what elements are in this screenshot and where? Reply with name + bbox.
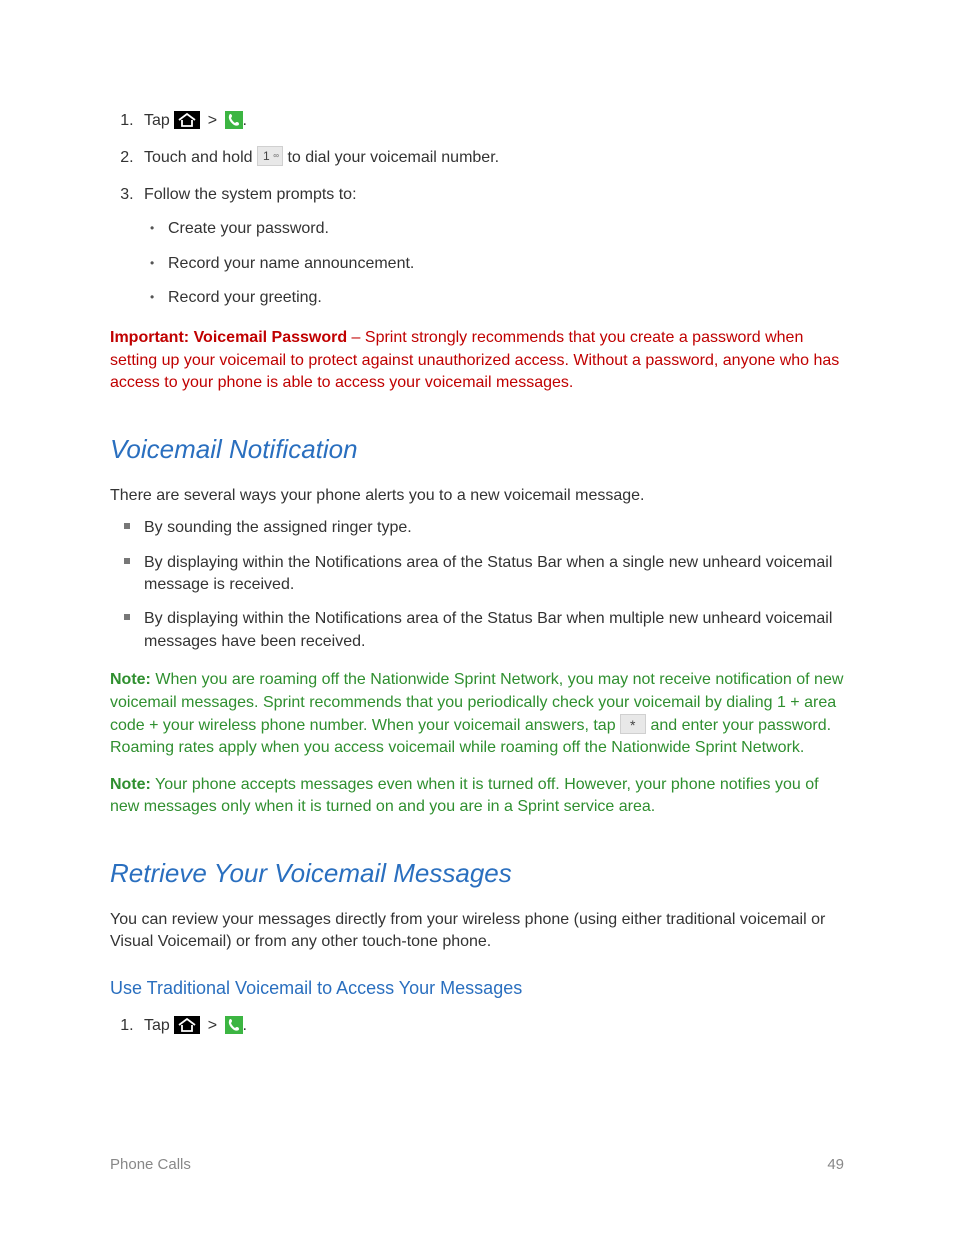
step-1: Tap > . (138, 1015, 844, 1037)
subheading-traditional-voicemail: Use Traditional Voicemail to Access Your… (110, 976, 844, 1001)
step-2: Touch and hold 1∞ to dial your voicemail… (138, 146, 844, 169)
step-1: Tap > . (138, 110, 844, 132)
step-3: Follow the system prompts to: Create you… (138, 184, 844, 310)
step-text: to dial your voicemail number. (287, 149, 499, 166)
list-item: By displaying within the Notifications a… (144, 608, 844, 653)
substep: Create your password. (168, 218, 844, 240)
chevron-text: > (208, 1017, 217, 1034)
retrieve-intro: You can review your messages directly fr… (110, 909, 844, 954)
phone-icon (225, 111, 243, 129)
home-icon (174, 1016, 200, 1034)
notification-intro: There are several ways your phone alerts… (110, 485, 844, 507)
note-phone-off: Note: Your phone accepts messages even w… (110, 774, 844, 819)
step-3-substeps: Create your password. Record your name a… (144, 218, 844, 309)
period: . (243, 112, 247, 129)
retrieve-steps: Tap > . (110, 1015, 844, 1037)
home-icon (174, 111, 200, 129)
list-item: By sounding the assigned ringer type. (144, 517, 844, 539)
page-footer: Phone Calls 49 (110, 1154, 844, 1175)
heading-voicemail-notification: Voicemail Notification (110, 431, 844, 467)
star-key-icon (620, 714, 646, 734)
page: Tap > . Touch and hold 1∞ to dial your v… (0, 0, 954, 1235)
period: . (243, 1017, 247, 1034)
step-text: Tap (144, 1017, 170, 1034)
key-1-icon: 1∞ (257, 146, 283, 166)
footer-section: Phone Calls (110, 1154, 191, 1175)
heading-retrieve-messages: Retrieve Your Voicemail Messages (110, 855, 844, 891)
important-note: Important: Voicemail Password – Sprint s… (110, 327, 844, 394)
footer-page-number: 49 (827, 1154, 844, 1175)
list-item: By displaying within the Notifications a… (144, 552, 844, 597)
note-roaming: Note: When you are roaming off the Natio… (110, 669, 844, 760)
step-text: Touch and hold (144, 149, 257, 166)
chevron-text: > (208, 112, 217, 129)
step-text: Follow the system prompts to: (144, 186, 357, 203)
setup-steps: Tap > . Touch and hold 1∞ to dial your v… (110, 110, 844, 309)
substep: Record your greeting. (168, 287, 844, 309)
substep: Record your name announcement. (168, 253, 844, 275)
alerts-list: By sounding the assigned ringer type. By… (110, 517, 844, 653)
step-text: Tap (144, 112, 170, 129)
phone-icon (225, 1016, 243, 1034)
